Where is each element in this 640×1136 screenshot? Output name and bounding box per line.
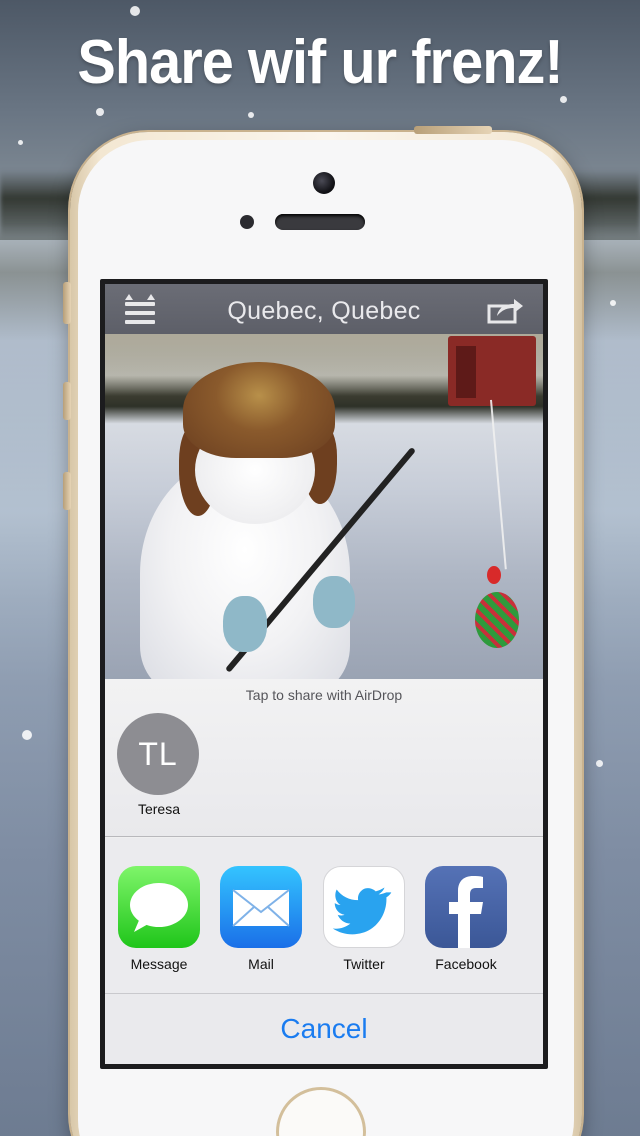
menu-bar	[125, 311, 155, 315]
app-label: Facebook	[435, 956, 497, 972]
nav-title: Quebec, Quebec	[227, 297, 421, 325]
cat-fishing-photo	[105, 334, 543, 679]
mitten-right	[313, 576, 355, 628]
screen-content: Quebec, Quebec Tap to share with AirDrop	[105, 284, 543, 1064]
share-facebook-button[interactable]: Facebook	[424, 866, 508, 972]
speech-bubble-icon	[130, 883, 188, 932]
cancel-button[interactable]: Cancel	[105, 994, 543, 1064]
snowflake	[610, 300, 616, 306]
earpiece-speaker	[275, 214, 365, 230]
snowflake	[596, 760, 603, 767]
contact-name: Teresa	[137, 801, 181, 817]
app-label: Message	[130, 956, 188, 972]
fishing-lure	[475, 592, 519, 648]
facebook-icon	[425, 866, 507, 948]
mitten-left	[223, 596, 267, 652]
snowflake	[18, 140, 23, 145]
fishing-line	[490, 399, 507, 570]
snowflake	[248, 112, 254, 118]
mute-switch	[63, 282, 71, 324]
snowflake	[96, 108, 104, 116]
app-label: Twitter	[343, 956, 385, 972]
share-icon[interactable]	[487, 296, 525, 324]
envelope-icon	[232, 889, 290, 927]
phone-screen: Quebec, Quebec Tap to share with AirDrop	[100, 279, 548, 1069]
volume-up-button	[63, 382, 71, 420]
ice-shack	[448, 336, 536, 406]
proximity-sensor	[240, 215, 254, 229]
volume-down-button	[63, 472, 71, 510]
menu-bar	[125, 302, 155, 306]
snowflake	[22, 730, 32, 740]
power-button	[414, 126, 492, 134]
cat-ears-icon	[125, 294, 155, 300]
snowflake	[130, 6, 140, 16]
bobber	[487, 566, 501, 584]
front-camera	[313, 172, 335, 194]
promo-headline: Share wif ur frenz!	[77, 28, 563, 97]
share-apps-row: Message Mail Twitter Facebook	[105, 838, 543, 994]
share-mail-button[interactable]: Mail	[219, 866, 303, 972]
nav-bar: Quebec, Quebec	[105, 284, 543, 334]
airdrop-section: Tap to share with AirDrop TL Teresa	[105, 679, 543, 837]
message-icon	[118, 866, 200, 948]
airdrop-contact[interactable]: TL Teresa	[117, 713, 201, 817]
bird-icon	[332, 887, 392, 935]
twitter-icon	[323, 866, 405, 948]
fur-hat	[183, 362, 335, 458]
app-label: Mail	[248, 956, 274, 972]
facebook-f-icon	[449, 876, 483, 948]
avatar: TL	[117, 713, 199, 795]
share-twitter-button[interactable]: Twitter	[322, 866, 406, 972]
share-message-button[interactable]: Message	[117, 866, 201, 972]
airdrop-hint: Tap to share with AirDrop	[245, 687, 403, 703]
menu-bar	[125, 320, 155, 324]
mail-icon	[220, 866, 302, 948]
cat-menu-icon[interactable]	[125, 294, 155, 324]
